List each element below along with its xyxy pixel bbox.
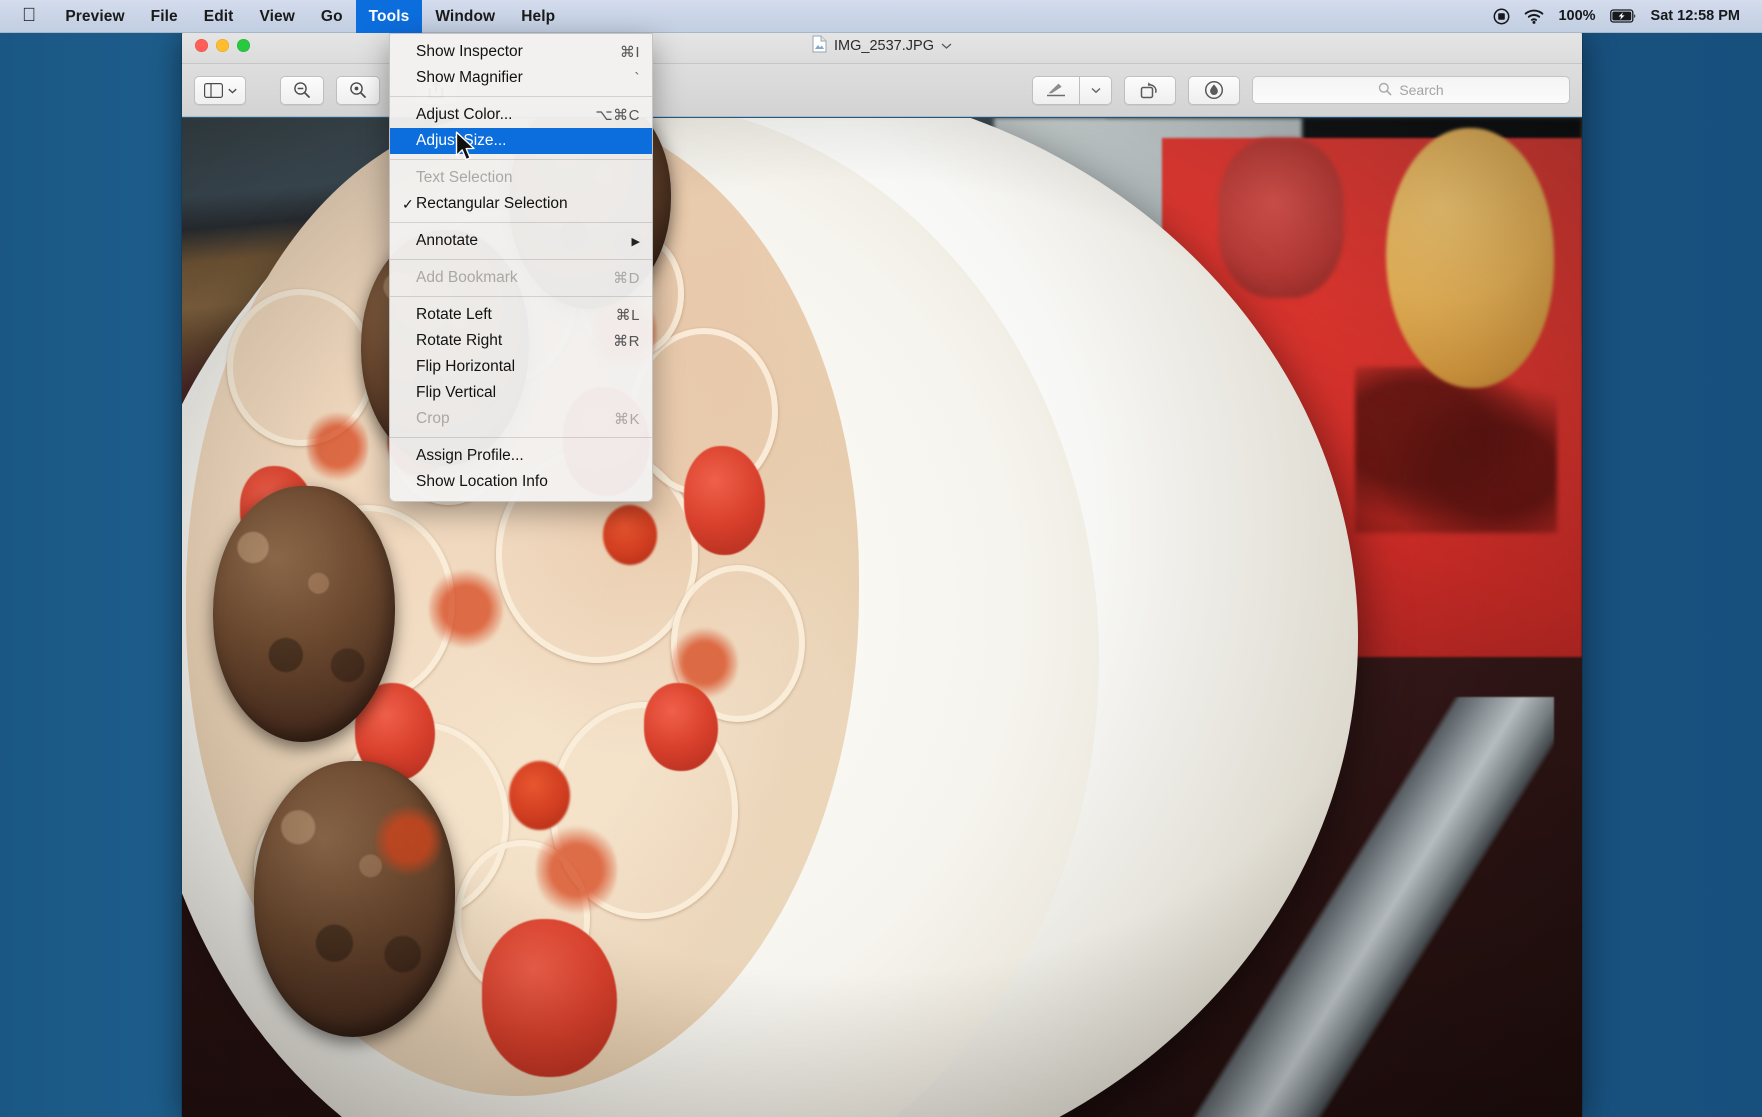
menu-item-shortcut: ⌘I: [619, 44, 640, 61]
menu-item-crop: Crop ⌘K: [390, 406, 652, 432]
apple-logo-icon[interactable]: : [0, 0, 52, 33]
menu-item-show-inspector[interactable]: Show Inspector ⌘I: [390, 39, 652, 65]
menu-item-text-selection: Text Selection: [390, 165, 652, 191]
menubar-items[interactable]:  Preview File Edit View Go Tools Window…: [0, 0, 568, 33]
menu-item-label: Assign Profile...: [416, 447, 524, 464]
menu-item-shortcut: ⌥⌘C: [595, 107, 640, 124]
menu-separator: [390, 159, 652, 160]
menu-item-shortcut: ⌘K: [613, 411, 640, 428]
menubar-item-preview[interactable]: Preview: [52, 0, 137, 33]
menubar-clock: Sat 12:58 PM: [1650, 8, 1740, 24]
tools-dropdown-menu[interactable]: Show Inspector ⌘I Show Magnifier ` Adjus…: [389, 33, 653, 502]
menu-item-shortcut: ⌘R: [613, 333, 640, 350]
menu-item-adjust-color[interactable]: Adjust Color... ⌥⌘C: [390, 102, 652, 128]
menu-separator: [390, 296, 652, 297]
menu-item-flip-horizontal[interactable]: Flip Horizontal: [390, 354, 652, 380]
wifi-icon[interactable]: [1524, 9, 1544, 24]
menu-item-annotate[interactable]: Annotate ▶: [390, 228, 652, 254]
menu-separator: [390, 222, 652, 223]
checkmark-icon: ✓: [402, 195, 414, 212]
menu-item-adjust-size[interactable]: Adjust Size...: [390, 128, 652, 154]
battery-percent-label: 100%: [1558, 8, 1596, 24]
zoom-button[interactable]: [237, 39, 250, 52]
menu-item-show-location-info[interactable]: Show Location Info: [390, 469, 652, 495]
menu-separator: [390, 259, 652, 260]
menu-item-label: Rectangular Selection: [416, 195, 568, 212]
menu-item-shortcut: `: [634, 69, 640, 87]
menubar-item-edit[interactable]: Edit: [191, 0, 247, 33]
menubar-item-help[interactable]: Help: [508, 0, 568, 33]
search-placeholder: Search: [1399, 82, 1444, 98]
close-button[interactable]: [195, 39, 208, 52]
battery-charging-icon[interactable]: [1609, 9, 1637, 23]
menubar-item-tools[interactable]: Tools: [355, 0, 423, 33]
sidebar-button[interactable]: [194, 75, 246, 105]
zoom-in-button[interactable]: [336, 75, 380, 105]
menu-item-label: Text Selection: [416, 169, 513, 186]
minimize-button[interactable]: [216, 39, 229, 52]
menubar-item-file[interactable]: File: [138, 0, 191, 33]
menu-separator: [390, 96, 652, 97]
menu-item-label: Adjust Size...: [416, 132, 507, 149]
traffic-lights[interactable]: [182, 39, 250, 52]
menu-item-label: Crop: [416, 410, 450, 427]
menu-item-add-bookmark: Add Bookmark ⌘D: [390, 265, 652, 291]
menu-item-shortcut: ⌘L: [615, 307, 640, 324]
macos-menubar[interactable]:  Preview File Edit View Go Tools Window…: [0, 0, 1762, 33]
markup-pen-icon[interactable]: [1032, 75, 1080, 105]
chevron-down-icon[interactable]: [227, 81, 237, 99]
record-icon[interactable]: [1493, 8, 1510, 25]
markup-chevron-down-icon[interactable]: [1080, 75, 1112, 105]
menu-item-shortcut: ⌘D: [613, 270, 640, 287]
document-title-text[interactable]: IMG_2537.JPG: [834, 38, 934, 54]
menu-item-label: Show Magnifier: [416, 69, 523, 86]
menu-item-label: Flip Vertical: [416, 384, 497, 401]
menu-item-rotate-left[interactable]: Rotate Left ⌘L: [390, 302, 652, 328]
menu-item-show-magnifier[interactable]: Show Magnifier `: [390, 65, 652, 91]
markup-button-group[interactable]: [1032, 75, 1112, 105]
menubar-item-view[interactable]: View: [246, 0, 307, 33]
search-field[interactable]: Search: [1252, 76, 1570, 104]
menu-item-label: Show Location Info: [416, 473, 548, 490]
menubar-status-items[interactable]: 100% Sat 12:58 PM: [1493, 0, 1762, 33]
menubar-item-window[interactable]: Window: [422, 0, 508, 33]
image-file-icon: [812, 35, 827, 57]
menu-item-label: Flip Horizontal: [416, 358, 516, 375]
menu-item-label: Adjust Color...: [416, 106, 513, 123]
menu-item-label: Show Inspector: [416, 43, 523, 60]
annotate-button[interactable]: [1188, 75, 1240, 105]
menu-item-label: Rotate Left: [416, 306, 492, 323]
menu-item-label: Rotate Right: [416, 332, 503, 349]
menu-separator: [390, 437, 652, 438]
menu-item-rectangular-selection[interactable]: ✓ Rectangular Selection: [390, 191, 652, 217]
menu-item-label: Add Bookmark: [416, 269, 518, 286]
menu-item-assign-profile[interactable]: Assign Profile...: [390, 443, 652, 469]
submenu-arrow-icon: ▶: [631, 235, 640, 248]
zoom-out-button[interactable]: [280, 75, 324, 105]
menu-item-label: Annotate: [416, 232, 479, 249]
search-icon: [1378, 82, 1392, 99]
menu-item-flip-vertical[interactable]: Flip Vertical: [390, 380, 652, 406]
menubar-item-go[interactable]: Go: [308, 0, 356, 33]
rotate-button[interactable]: [1124, 75, 1176, 105]
menu-item-rotate-right[interactable]: Rotate Right ⌘R: [390, 328, 652, 354]
chevron-down-icon[interactable]: [941, 38, 952, 54]
